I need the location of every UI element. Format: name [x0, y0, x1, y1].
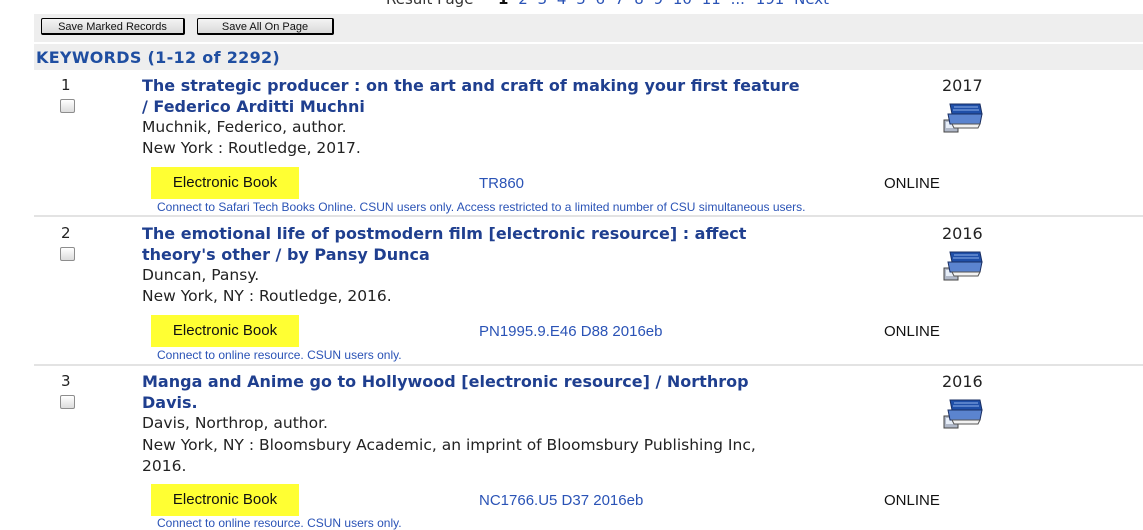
keywords-header-bar: KEYWORDS (1-12 of 2292)	[34, 44, 1143, 70]
page-link-8[interactable]: 8	[634, 0, 644, 8]
record-divider	[34, 364, 1143, 366]
record-select-checkbox[interactable]	[60, 247, 75, 261]
result-page-label: Result Page	[386, 0, 473, 8]
record-publisher: New York, NY : Routledge, 2016.	[142, 287, 392, 305]
record-author: Duncan, Pansy.	[142, 266, 260, 284]
online-access-link[interactable]: Connect to Safari Tech Books Online. CSU…	[157, 200, 806, 214]
record-number: 1	[61, 76, 71, 94]
call-number-link[interactable]: NC1766.U5 D37 2016eb	[479, 492, 643, 509]
toolbar: Save Marked Records Save All On Page	[34, 14, 1143, 42]
call-number-link[interactable]: PN1995.9.E46 D88 2016eb	[479, 323, 662, 340]
record-author: Muchnik, Federico, author.	[142, 118, 347, 136]
record-select-checkbox[interactable]	[60, 99, 75, 113]
electronic-book-icon	[943, 103, 983, 133]
record-publisher: New York : Routledge, 2017.	[142, 139, 361, 157]
record-year: 2016	[942, 224, 983, 243]
page-link-11[interactable]: 11	[702, 0, 721, 8]
record-title-link[interactable]: The strategic producer : on the art and …	[142, 75, 802, 117]
page-link-6[interactable]: 6	[596, 0, 606, 8]
page-link-3[interactable]: 3	[538, 0, 548, 8]
format-badge: Electronic Book	[151, 167, 299, 199]
page-link-1[interactable]: 1	[498, 0, 508, 8]
availability-status: ONLINE	[884, 175, 940, 192]
record-select-checkbox[interactable]	[60, 395, 75, 409]
record-author: Davis, Northrop, author.	[142, 414, 328, 432]
page-links: 1 2 3 4 5 6 7 8 9 10 11 ... 191 Next	[498, 0, 829, 8]
record-number: 3	[61, 372, 71, 390]
availability-status: ONLINE	[884, 492, 940, 509]
record-publisher: New York, NY : Bloomsbury Academic, an i…	[142, 436, 756, 475]
online-access-link[interactable]: Connect to online resource. CSUN users o…	[157, 348, 402, 362]
record-year: 2016	[942, 372, 983, 391]
keywords-header: KEYWORDS (1-12 of 2292)	[36, 48, 281, 67]
call-number-link[interactable]: TR860	[479, 175, 524, 192]
record-year: 2017	[942, 76, 983, 95]
page-link-9[interactable]: 9	[654, 0, 664, 8]
record-number: 2	[61, 224, 71, 242]
page-link-last[interactable]: 191	[756, 0, 785, 8]
record-title-link[interactable]: The emotional life of postmodern film [e…	[142, 223, 802, 265]
electronic-book-icon	[943, 399, 983, 429]
save-marked-records-button[interactable]: Save Marked Records	[41, 18, 185, 35]
page-link-5[interactable]: 5	[576, 0, 586, 8]
page-link-10[interactable]: 10	[673, 0, 692, 8]
pagination-bar: Result Page 1 2 3 4 5 6 7 8 9 10 11 ... …	[0, 0, 1143, 10]
format-badge: Electronic Book	[151, 484, 299, 516]
format-badge: Electronic Book	[151, 315, 299, 347]
page-link-4[interactable]: 4	[557, 0, 567, 8]
page-link-2[interactable]: 2	[518, 0, 528, 8]
save-all-on-page-button[interactable]: Save All On Page	[197, 18, 334, 35]
next-page-link[interactable]: Next	[794, 0, 829, 8]
pagination-ellipsis: ...	[731, 0, 745, 8]
record-title-link[interactable]: Manga and Anime go to Hollywood [electro…	[142, 371, 802, 413]
online-access-link[interactable]: Connect to online resource. CSUN users o…	[157, 516, 402, 530]
electronic-book-icon	[943, 251, 983, 281]
availability-status: ONLINE	[884, 323, 940, 340]
page-link-7[interactable]: 7	[615, 0, 625, 8]
record-divider	[34, 215, 1143, 217]
